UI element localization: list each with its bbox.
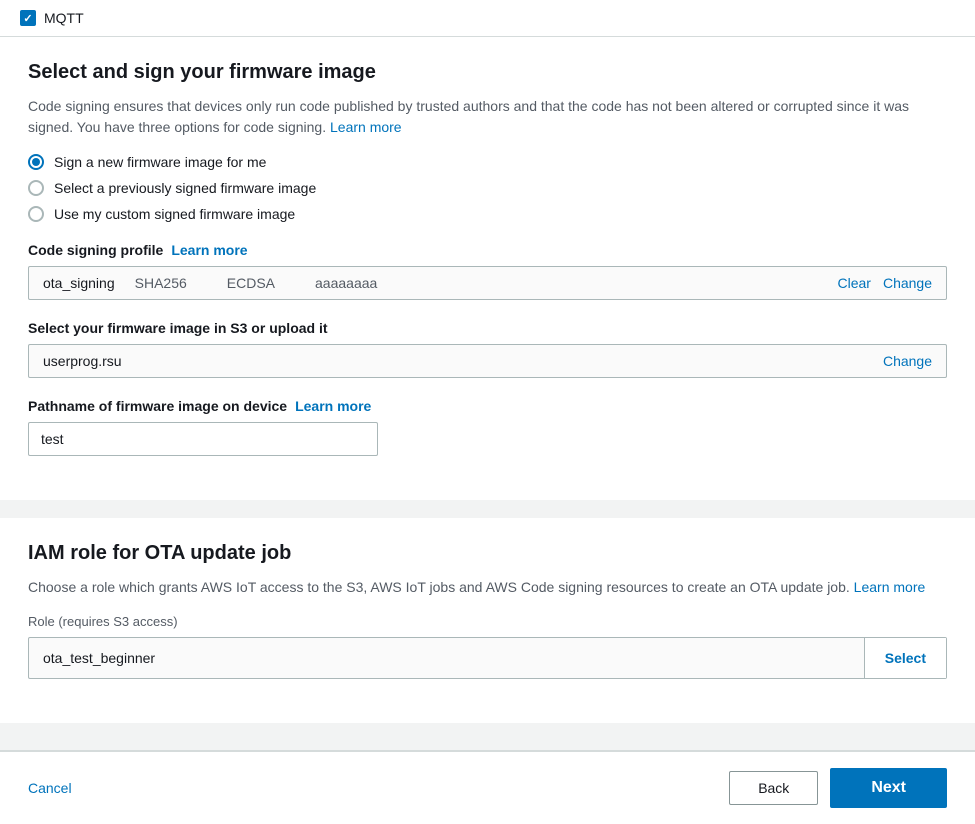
back-button[interactable]: Back xyxy=(729,771,818,805)
clear-link[interactable]: Clear xyxy=(837,275,870,291)
radio-select-prev[interactable]: Select a previously signed firmware imag… xyxy=(28,180,947,196)
signing-profile-name: ota_signing xyxy=(43,275,115,291)
section-divider xyxy=(0,502,975,510)
learn-more-link-1[interactable]: Learn more xyxy=(330,119,402,135)
signing-profile-actions: Clear Change xyxy=(837,275,932,291)
signing-type: ECDSA xyxy=(227,275,275,291)
iam-section-title: IAM role for OTA update job xyxy=(28,542,947,565)
iam-section: IAM role for OTA update job Choose a rol… xyxy=(0,510,975,723)
footer: Cancel Back Next xyxy=(0,750,975,824)
radio-circle-sign-new xyxy=(28,154,44,170)
radio-label-sign-new: Sign a new firmware image for me xyxy=(54,154,266,170)
code-signing-label: Code signing profile Learn more xyxy=(28,242,947,258)
radio-circle-custom xyxy=(28,206,44,222)
change-signing-profile-link[interactable]: Change xyxy=(883,275,932,291)
role-value: ota_test_beginner xyxy=(29,638,864,678)
firmware-image-section: Select your firmware image in S3 or uplo… xyxy=(28,320,947,378)
signing-profile-row: ota_signing SHA256 ECDSA aaaaaaaa Clear … xyxy=(28,266,947,300)
pathname-section: Pathname of firmware image on device Lea… xyxy=(28,398,947,456)
radio-custom[interactable]: Use my custom signed firmware image xyxy=(28,206,947,222)
select-role-button[interactable]: Select xyxy=(864,638,946,678)
footer-right: Back Next xyxy=(729,768,947,808)
code-signing-learn-more[interactable]: Learn more xyxy=(171,242,247,258)
code-signing-profile-section: Code signing profile Learn more ota_sign… xyxy=(28,242,947,300)
iam-learn-more[interactable]: Learn more xyxy=(854,579,926,595)
pathname-learn-more[interactable]: Learn more xyxy=(295,398,371,414)
firmware-description: Code signing ensures that devices only r… xyxy=(28,96,947,138)
firmware-image-value: userprog.rsu xyxy=(43,353,883,369)
radio-label-custom: Use my custom signed firmware image xyxy=(54,206,295,222)
role-label: Role (requires S3 access) xyxy=(28,614,947,629)
mqtt-label: MQTT xyxy=(44,10,84,26)
firmware-image-row: userprog.rsu Change xyxy=(28,344,947,378)
radio-label-select-prev: Select a previously signed firmware imag… xyxy=(54,180,316,196)
mqtt-checkbox[interactable] xyxy=(20,10,36,26)
cancel-link[interactable]: Cancel xyxy=(28,780,72,796)
next-button[interactable]: Next xyxy=(830,768,947,808)
firmware-image-label: Select your firmware image in S3 or uplo… xyxy=(28,320,947,336)
role-field-section: Role (requires S3 access) ota_test_begin… xyxy=(28,614,947,679)
signing-profile-meta: SHA256 ECDSA aaaaaaaa xyxy=(135,275,818,291)
radio-circle-select-prev xyxy=(28,180,44,196)
section-title: Select and sign your firmware image xyxy=(28,61,947,84)
pathname-label: Pathname of firmware image on device Lea… xyxy=(28,398,947,414)
iam-description: Choose a role which grants AWS IoT acces… xyxy=(28,577,947,598)
change-firmware-image-link[interactable]: Change xyxy=(883,353,932,369)
top-bar: MQTT xyxy=(0,0,975,37)
pathname-input[interactable] xyxy=(28,422,378,456)
radio-sign-new[interactable]: Sign a new firmware image for me xyxy=(28,154,947,170)
signing-algorithm: SHA256 xyxy=(135,275,187,291)
role-row: ota_test_beginner Select xyxy=(28,637,947,679)
signing-hash: aaaaaaaa xyxy=(315,275,377,291)
radio-group: Sign a new firmware image for me Select … xyxy=(28,154,947,222)
firmware-section: Select and sign your firmware image Code… xyxy=(0,37,975,500)
